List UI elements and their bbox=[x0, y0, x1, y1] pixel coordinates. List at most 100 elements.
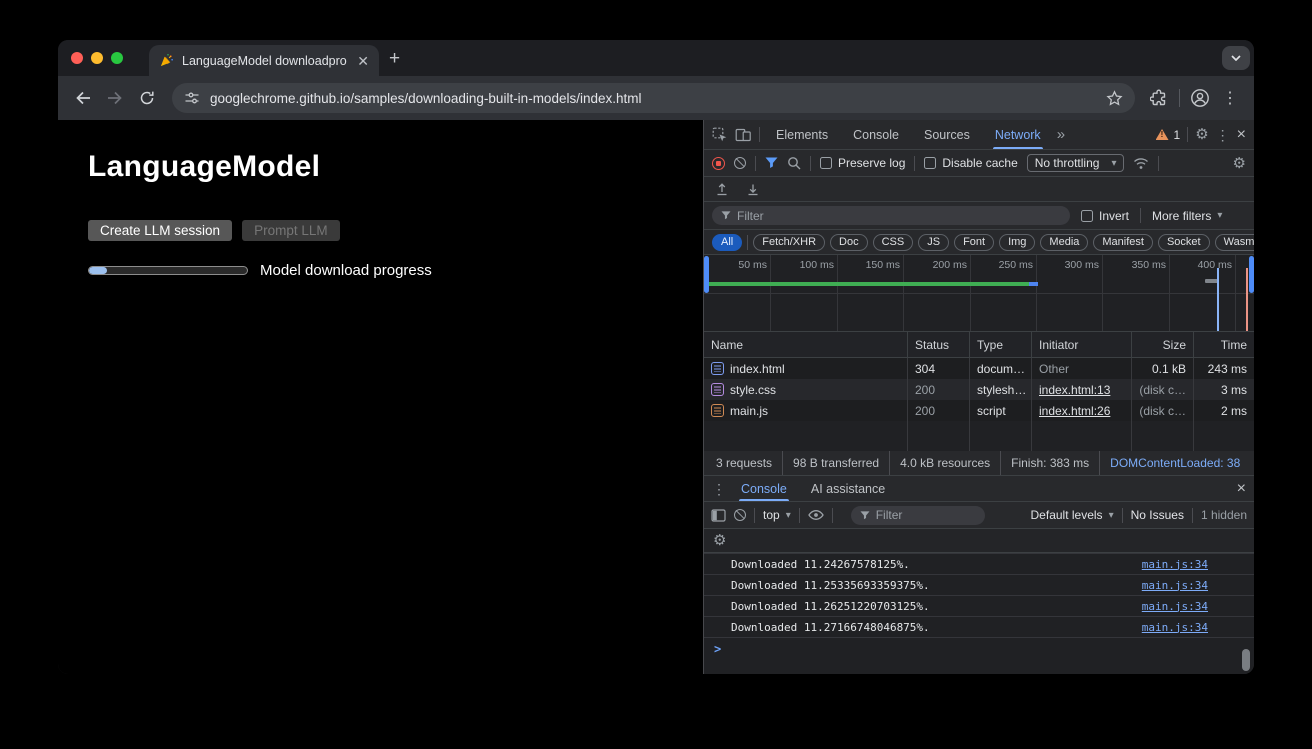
console-filter-field[interactable] bbox=[851, 506, 985, 525]
drawer-tab-ai-assistance[interactable]: AI assistance bbox=[802, 476, 894, 501]
drawer-menu-kebab-icon[interactable]: ⋮ bbox=[712, 482, 726, 496]
column-header-name[interactable]: Name bbox=[704, 332, 907, 357]
search-icon[interactable] bbox=[787, 156, 801, 170]
network-filter-input[interactable] bbox=[737, 209, 1061, 223]
tab-close-icon[interactable]: ✕ bbox=[357, 54, 369, 68]
drawer-close-icon[interactable]: × bbox=[1237, 481, 1246, 497]
network-filter-field[interactable] bbox=[712, 206, 1070, 225]
column-header-initiator[interactable]: Initiator bbox=[1031, 332, 1131, 357]
chevron-down-icon bbox=[1231, 55, 1241, 61]
message-text: Downloaded 11.25335693359375%. bbox=[731, 579, 930, 592]
network-overview-timeline[interactable]: 50 ms 100 ms 150 ms 200 ms 250 ms 300 ms… bbox=[704, 255, 1254, 332]
issues-counter[interactable]: ! 1 bbox=[1156, 128, 1181, 142]
network-settings-gear-icon[interactable]: ⚙ bbox=[1233, 156, 1246, 171]
log-levels-dropdown[interactable]: Default levels ▾ bbox=[1031, 508, 1114, 522]
network-filter-row: Invert More filters ▾ bbox=[704, 202, 1254, 230]
network-toolbar: Preserve log Disable cache No throttling… bbox=[704, 150, 1254, 177]
chip-fetch-xhr[interactable]: Fetch/XHR bbox=[753, 234, 825, 251]
bookmark-star-icon[interactable] bbox=[1106, 90, 1123, 107]
chip-font[interactable]: Font bbox=[954, 234, 994, 251]
table-row[interactable]: index.html 304 docum… Other 0.1 kB 243 m… bbox=[704, 358, 1254, 379]
chip-all[interactable]: All bbox=[712, 234, 742, 251]
table-row[interactable]: main.js 200 script index.html:26 (disk c… bbox=[704, 400, 1254, 421]
filter-funnel-icon bbox=[721, 211, 731, 220]
hidden-messages-count[interactable]: 1 hidden bbox=[1201, 508, 1247, 522]
chip-manifest[interactable]: Manifest bbox=[1093, 234, 1153, 251]
forward-icon[interactable] bbox=[100, 83, 130, 113]
message-source-link[interactable]: main.js:34 bbox=[1142, 558, 1208, 571]
new-tab-button[interactable]: + bbox=[389, 49, 400, 68]
site-settings-icon[interactable] bbox=[184, 90, 200, 106]
profile-avatar-icon[interactable] bbox=[1186, 84, 1214, 112]
invert-control[interactable]: Invert bbox=[1081, 209, 1129, 223]
zoom-window-button[interactable] bbox=[111, 52, 123, 64]
issues-status[interactable]: No Issues bbox=[1131, 508, 1184, 522]
throttling-select[interactable]: No throttling ▾ bbox=[1027, 154, 1125, 172]
devtools-menu-kebab-icon[interactable]: ⋮ bbox=[1216, 128, 1230, 142]
tab-sources[interactable]: Sources bbox=[915, 120, 979, 149]
console-settings-gear-icon[interactable]: ⚙ bbox=[713, 533, 726, 548]
console-scrollbar-thumb[interactable] bbox=[1242, 649, 1250, 671]
message-source-link[interactable]: main.js:34 bbox=[1142, 600, 1208, 613]
more-tabs-icon[interactable]: » bbox=[1057, 126, 1065, 143]
table-row[interactable]: style.css 200 stylesh… index.html:13 (di… bbox=[704, 379, 1254, 400]
devtools-settings-gear-icon[interactable]: ⚙ bbox=[1195, 127, 1208, 142]
preserve-log-control[interactable]: Preserve log bbox=[820, 156, 905, 170]
inspect-element-icon[interactable] bbox=[712, 127, 728, 143]
message-source-link[interactable]: main.js:34 bbox=[1142, 579, 1208, 592]
minimize-window-button[interactable] bbox=[91, 52, 103, 64]
network-conditions-wifi-icon[interactable] bbox=[1133, 157, 1149, 170]
preserve-log-checkbox[interactable] bbox=[820, 157, 832, 169]
disable-cache-control[interactable]: Disable cache bbox=[924, 156, 1017, 170]
more-filters-dropdown[interactable]: More filters ▾ bbox=[1152, 209, 1222, 223]
tab-console[interactable]: Console bbox=[844, 120, 908, 149]
context-selector[interactable]: top ▾ bbox=[763, 508, 791, 522]
prompt-chevron-icon: > bbox=[714, 642, 721, 656]
chip-doc[interactable]: Doc bbox=[830, 234, 868, 251]
chip-css[interactable]: CSS bbox=[873, 234, 914, 251]
device-toolbar-icon[interactable] bbox=[735, 127, 752, 143]
eye-icon[interactable] bbox=[808, 509, 824, 521]
column-header-size[interactable]: Size bbox=[1131, 332, 1193, 357]
record-network-log-icon[interactable] bbox=[712, 157, 725, 170]
chip-socket[interactable]: Socket bbox=[1158, 234, 1210, 251]
clear-network-log-icon[interactable] bbox=[734, 157, 746, 169]
invert-checkbox[interactable] bbox=[1081, 210, 1093, 222]
filter-funnel-icon[interactable] bbox=[765, 157, 778, 169]
tab-search-button[interactable] bbox=[1222, 46, 1250, 70]
drawer-tab-console[interactable]: Console bbox=[732, 476, 796, 501]
tab-elements[interactable]: Elements bbox=[767, 120, 837, 149]
import-har-upload-icon[interactable] bbox=[715, 182, 729, 196]
address-bar[interactable]: googlechrome.github.io/samples/downloadi… bbox=[172, 83, 1135, 113]
chip-js[interactable]: JS bbox=[918, 234, 949, 251]
request-status: 304 bbox=[907, 358, 969, 379]
extensions-puzzle-icon[interactable] bbox=[1145, 84, 1173, 112]
clear-console-icon[interactable] bbox=[734, 509, 746, 521]
disable-cache-checkbox[interactable] bbox=[924, 157, 936, 169]
back-icon[interactable] bbox=[68, 83, 98, 113]
column-header-status[interactable]: Status bbox=[907, 332, 969, 357]
console-sidebar-toggle-icon[interactable] bbox=[711, 509, 726, 522]
browser-tab[interactable]: LanguageModel downloadpro ✕ bbox=[149, 45, 379, 76]
column-header-time[interactable]: Time bbox=[1193, 332, 1254, 357]
message-source-link[interactable]: main.js:34 bbox=[1142, 621, 1208, 634]
create-llm-session-button[interactable]: Create LLM session bbox=[88, 220, 232, 241]
export-har-download-icon[interactable] bbox=[746, 182, 760, 196]
column-header-type[interactable]: Type bbox=[969, 332, 1031, 357]
console-filter-input[interactable] bbox=[876, 508, 976, 522]
reload-icon[interactable] bbox=[132, 83, 162, 113]
console-prompt[interactable]: > bbox=[704, 637, 1254, 659]
levels-value: Default levels bbox=[1031, 508, 1103, 522]
chip-wasm[interactable]: Wasm bbox=[1215, 234, 1254, 251]
devtools-tab-bar: Elements Console Sources Network » ! 1 ⚙… bbox=[704, 120, 1254, 150]
devtools-close-icon[interactable]: × bbox=[1237, 127, 1246, 143]
initiator-link[interactable]: index.html:26 bbox=[1039, 404, 1110, 418]
chip-img[interactable]: Img bbox=[999, 234, 1035, 251]
browser-menu-kebab-icon[interactable]: ⋮ bbox=[1216, 84, 1244, 112]
initiator-link[interactable]: index.html:13 bbox=[1039, 383, 1110, 397]
tab-network[interactable]: Network bbox=[986, 120, 1050, 149]
overview-right-handle[interactable] bbox=[1249, 256, 1254, 293]
close-window-button[interactable] bbox=[71, 52, 83, 64]
chip-media[interactable]: Media bbox=[1040, 234, 1088, 251]
overview-left-handle[interactable] bbox=[704, 256, 709, 293]
